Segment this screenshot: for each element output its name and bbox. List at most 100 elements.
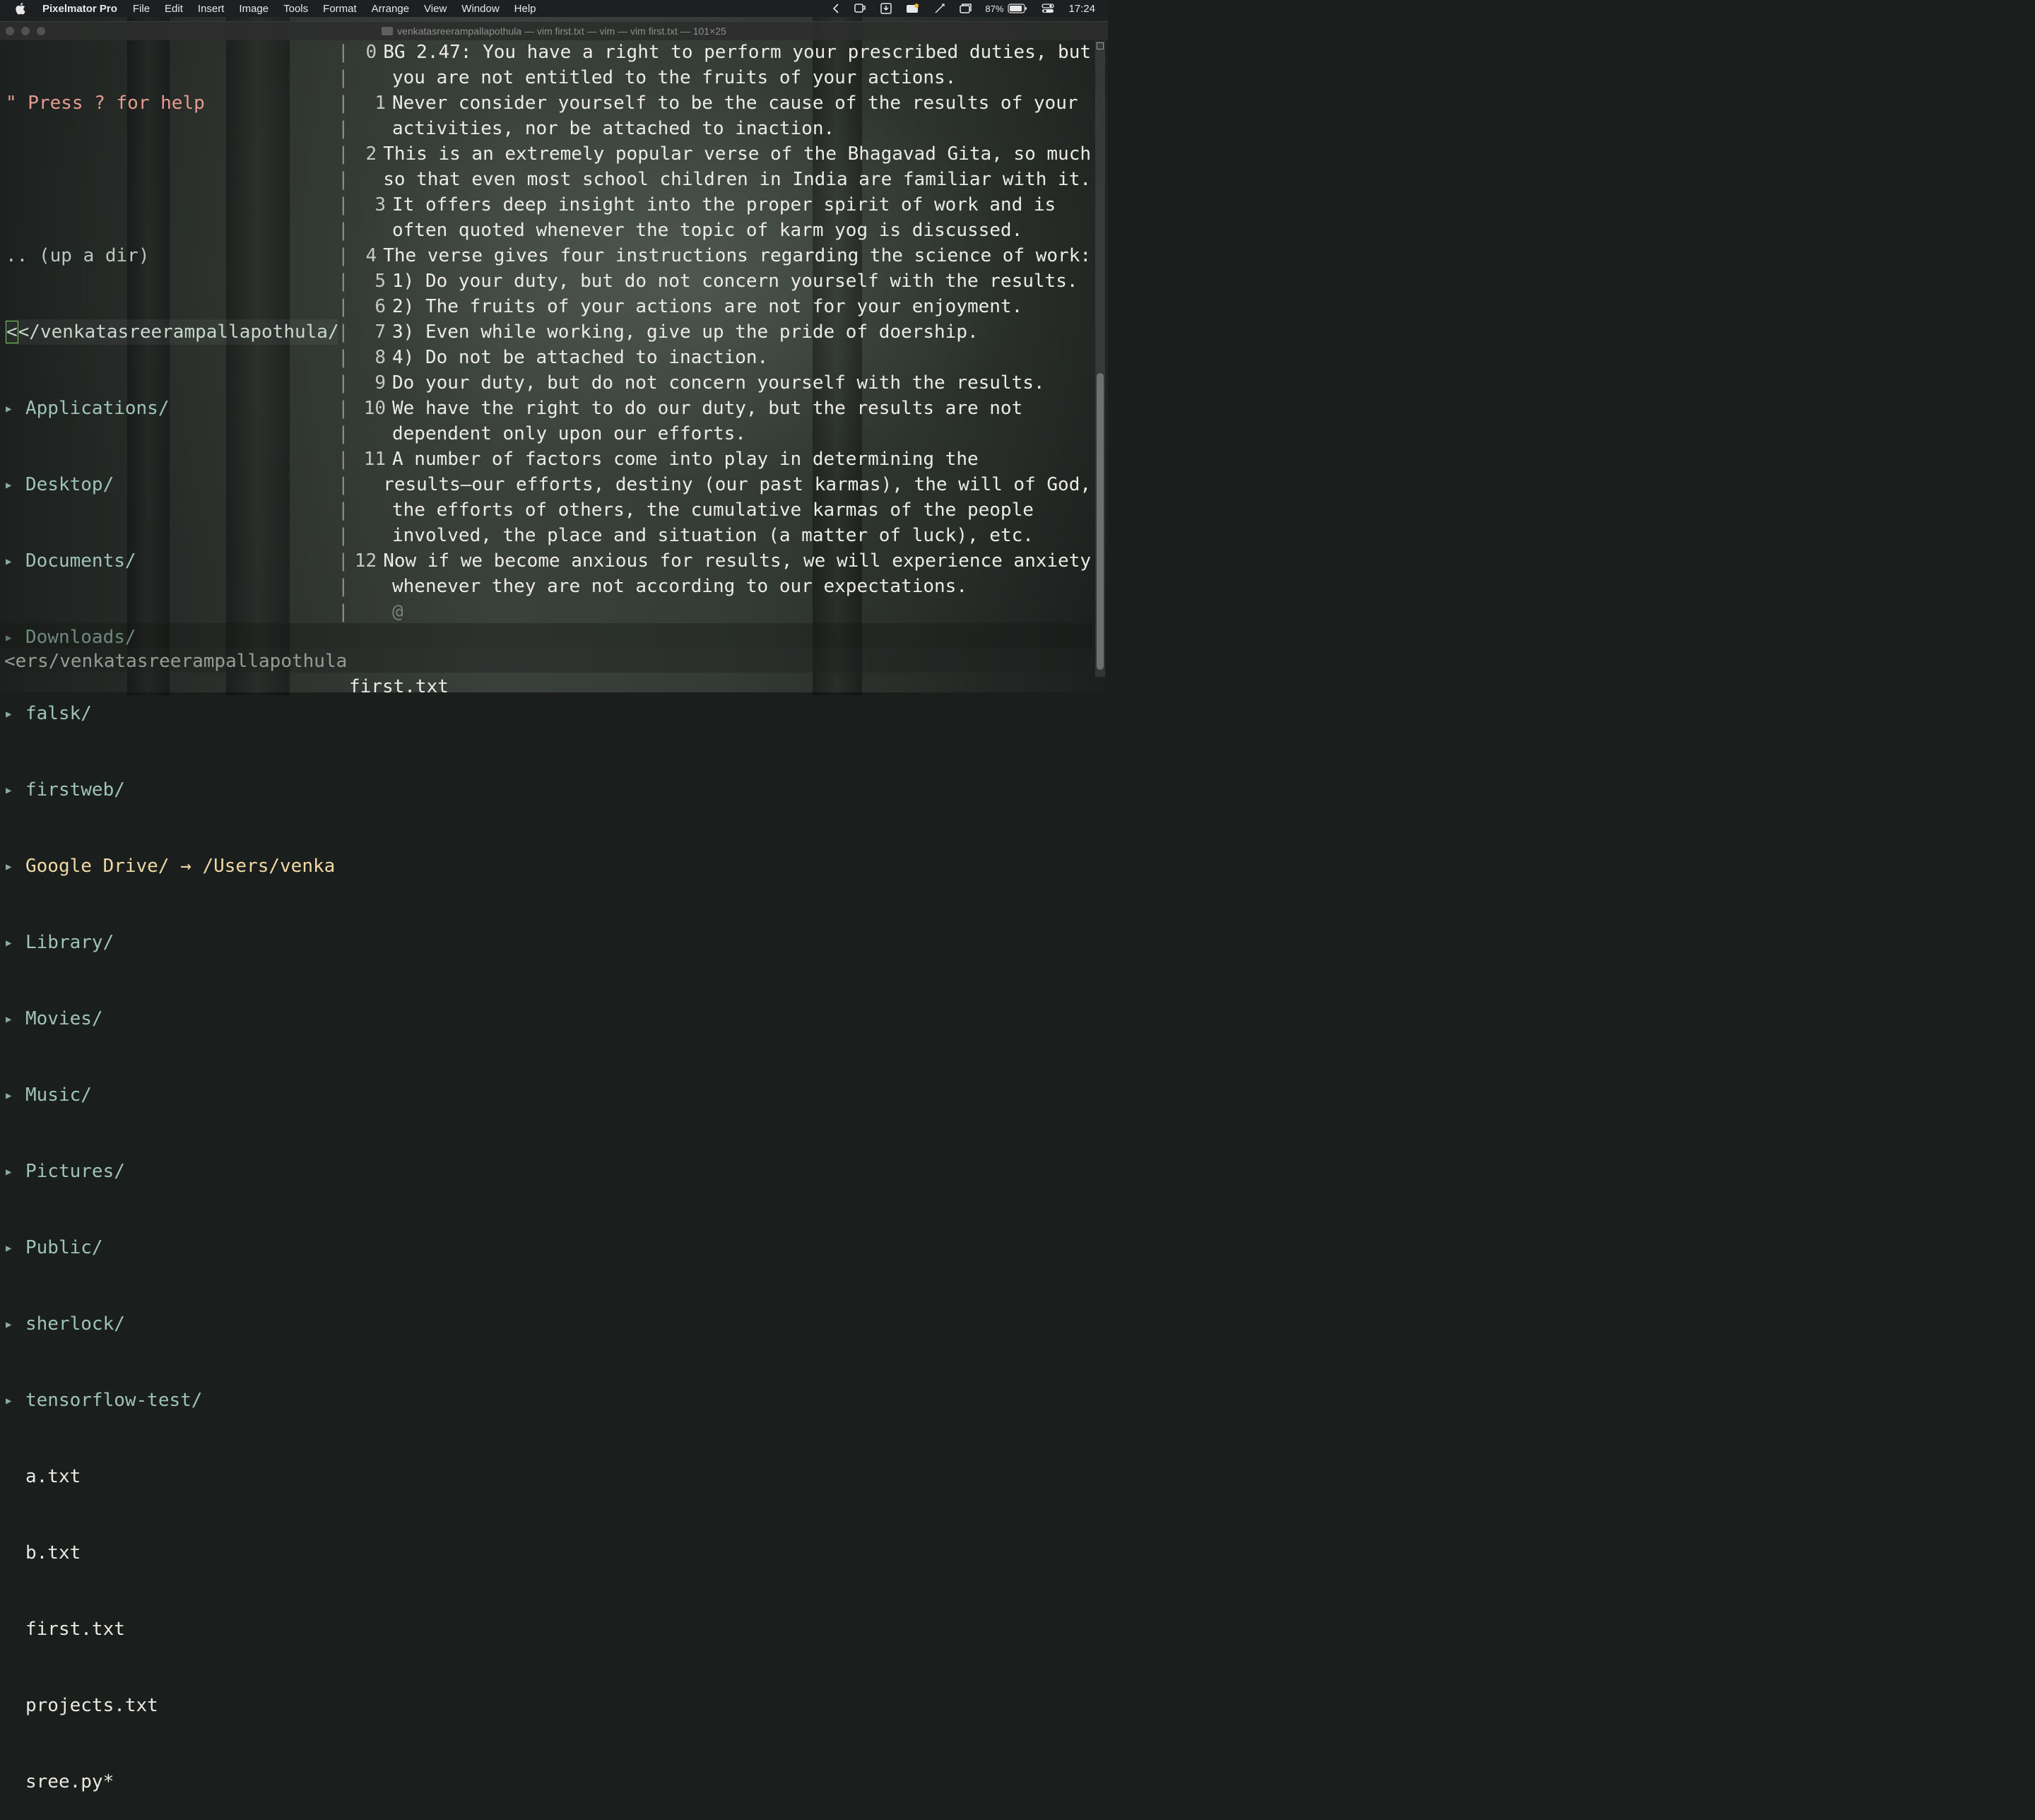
editor-pane[interactable]: 0 BG 2.47: You have a right to perform yo… (349, 40, 1091, 625)
editor-line[interactable]: activities, nor be attached to inaction. (349, 116, 1091, 141)
scroll-up-icon[interactable] (1097, 42, 1104, 49)
battery-icon[interactable] (1008, 4, 1027, 13)
editor-line[interactable]: involved, the place and situation (a mat… (349, 523, 1091, 548)
menubar-clock[interactable]: 17:24 (1068, 3, 1095, 15)
tree-dir-desktop[interactable]: ▶ Desktop/ (6, 472, 338, 497)
editor-line[interactable]: 10 We have the right to do our duty, but … (349, 396, 1091, 421)
window-icon[interactable] (960, 3, 972, 14)
app-menu[interactable]: Pixelmator Pro (42, 3, 117, 15)
editor-line[interactable]: you are not entitled to the fruits of yo… (349, 65, 1091, 90)
editor-line[interactable]: 9 Do your duty, but do not concern yourse… (349, 370, 1091, 396)
menu-edit[interactable]: Edit (165, 3, 183, 15)
drive-sync-icon[interactable] (906, 3, 920, 14)
line-number: 4 (365, 245, 377, 266)
editor-line[interactable]: 5 1) Do your duty, but do not concern you… (349, 268, 1091, 294)
tree-dir-sherlock[interactable]: ▶ sherlock/ (6, 1311, 338, 1337)
tree-file-sree[interactable]: sree.py* (6, 1769, 338, 1795)
line-text: so that even most school children in Ind… (383, 169, 1091, 190)
editor-line[interactable]: 2 This is an extremely popular verse of t… (349, 141, 1091, 167)
tree-dir-label: Documents/ (25, 550, 136, 572)
tree-dir-label: firstweb/ (25, 779, 125, 800)
tree-dir-applications[interactable]: ▶ Applications/ (6, 396, 338, 421)
editor-line[interactable]: 8 4) Do not be attached to inaction. (349, 345, 1091, 370)
tree-current-dir[interactable]: <</venkatasreerampallapothula/ (6, 319, 339, 345)
tree-dir-google-drive[interactable]: ▶ Google Drive/ → /Users/venka (6, 853, 338, 879)
line-number (349, 599, 392, 625)
line-text: 2) The fruits of your actions are not fo… (392, 296, 1023, 317)
editor-line[interactable]: so that even most school children in Ind… (349, 167, 1091, 192)
tree-dir-public[interactable]: ▶ Public/ (6, 1235, 338, 1260)
tree-dir-label: Desktop/ (25, 474, 114, 495)
caret-right-icon: ▶ (6, 708, 12, 720)
tree-dir-label: Pictures/ (25, 1161, 125, 1182)
editor-line[interactable]: 6 2) The fruits of your actions are not f… (349, 294, 1091, 319)
file-tree-pane[interactable]: " Press ? for help .. (up a dir) <</venk… (6, 40, 339, 1820)
editor-line[interactable]: 0 BG 2.47: You have a right to perform yo… (349, 40, 1091, 65)
tree-dir-label: Library/ (25, 932, 114, 953)
editor-line[interactable]: 1 Never consider yourself to be the cause… (349, 90, 1091, 116)
apple-icon[interactable] (16, 2, 28, 15)
caret-right-icon: ▶ (6, 861, 12, 873)
close-button[interactable] (6, 27, 14, 35)
status-line: <ers/venkatasreerampallapothula first.tx… (0, 623, 1092, 697)
editor-end-line: @ (349, 599, 1091, 625)
tree-file-b[interactable]: b.txt (6, 1540, 338, 1566)
editor-line[interactable]: the efforts of others, the cumulative ka… (349, 497, 1091, 523)
tree-file-label: b.txt (25, 1542, 81, 1564)
tree-file-a[interactable]: a.txt (6, 1464, 338, 1489)
editor-line[interactable]: results—our efforts, destiny (our past k… (349, 472, 1091, 497)
tree-up-dir[interactable]: .. (up a dir) (6, 243, 338, 268)
line-number (349, 472, 383, 497)
editor-line[interactable]: 4 The verse gives four instructions regar… (349, 243, 1091, 268)
menu-tools[interactable]: Tools (283, 3, 308, 15)
download-icon[interactable] (880, 3, 892, 14)
menu-help[interactable]: Help (514, 3, 536, 15)
chevron-left-icon[interactable] (832, 4, 839, 13)
menu-view[interactable]: View (424, 3, 447, 15)
tree-file-first[interactable]: first.txt (6, 1617, 338, 1642)
tree-dir-documents[interactable]: ▶ Documents/ (6, 548, 338, 574)
editor-line[interactable]: dependent only upon our efforts. (349, 421, 1091, 447)
caret-right-icon: ▶ (6, 1013, 12, 1025)
zoom-button[interactable] (37, 27, 45, 35)
editor-line[interactable]: often quoted whenever the topic of karm … (349, 218, 1091, 243)
caret-right-icon: ▶ (6, 784, 12, 796)
tree-dir-movies[interactable]: ▶ Movies/ (6, 1006, 338, 1032)
tree-dir-library[interactable]: ▶ Library/ (6, 930, 338, 955)
menu-image[interactable]: Image (239, 3, 269, 15)
tree-dir-tensorflow-test[interactable]: ▶ tensorflow-test/ (6, 1388, 338, 1413)
menu-arrange[interactable]: Arrange (372, 3, 409, 15)
editor-line[interactable]: 3 It offers deep insight into the proper … (349, 192, 1091, 218)
split-separator[interactable]: | | | | | | | | | | | | | | | | | | | | … (338, 40, 349, 625)
command-line[interactable] (0, 649, 1092, 673)
tree-dir-firstweb[interactable]: ▶ firstweb/ (6, 777, 338, 803)
editor-line[interactable]: 12 Now if we become anxious for results, … (349, 548, 1091, 574)
line-text: often quoted whenever the topic of karm … (392, 220, 1023, 241)
line-number: 11 (363, 449, 386, 470)
editor-line[interactable]: whenever they are not according to our e… (349, 574, 1091, 599)
scrollbar-thumb[interactable] (1097, 373, 1104, 670)
line-text: This is an extremely popular verse of th… (383, 143, 1091, 165)
menu-format[interactable]: Format (323, 3, 357, 15)
window-scrollbar[interactable] (1095, 41, 1105, 677)
tree-dir-pictures[interactable]: ▶ Pictures/ (6, 1159, 338, 1184)
minimize-button[interactable] (21, 27, 30, 35)
editor-line[interactable]: 7 3) Even while working, give up the prid… (349, 319, 1091, 345)
wand-icon[interactable] (934, 3, 945, 14)
editor-line[interactable]: 11 A number of factors come into play in … (349, 447, 1091, 472)
line-text: It offers deep insight into the proper s… (392, 194, 1056, 215)
menu-file[interactable]: File (133, 3, 150, 15)
menu-insert[interactable]: Insert (198, 3, 225, 15)
line-number: 8 (374, 347, 386, 368)
control-center-icon[interactable] (1042, 3, 1055, 14)
status-file-name: first.txt (349, 676, 449, 697)
line-text: Never consider yourself to be the cause … (392, 93, 1078, 114)
line-number: 12 (354, 550, 377, 572)
tree-file-projects[interactable]: projects.txt (6, 1693, 338, 1718)
menu-window[interactable]: Window (461, 3, 499, 15)
coffee-cup-icon[interactable] (854, 3, 866, 14)
tree-dir-falsk[interactable]: ▶ falsk/ (6, 701, 338, 726)
line-text: dependent only upon our efforts. (392, 423, 746, 444)
tree-dir-music[interactable]: ▶ Music/ (6, 1082, 338, 1108)
